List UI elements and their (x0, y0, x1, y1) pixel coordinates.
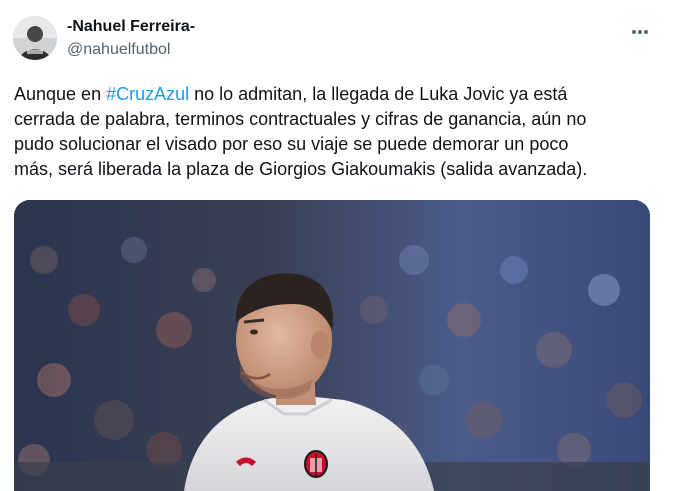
author-display-name[interactable]: -Nahuel Ferreira- (67, 17, 195, 37)
author-handle[interactable]: @nahuelfutbol (67, 40, 170, 60)
tweet-text-line: cerrada de palabra, terminos contractual… (14, 109, 587, 129)
tweet: -Nahuel Ferreira- @nahuelfutbol Aunque e… (0, 0, 694, 491)
author-avatar[interactable] (13, 16, 57, 60)
tweet-text-line: más, será liberada la plaza de Giorgios … (14, 159, 588, 179)
hashtag-link[interactable]: #CruzAzul (106, 84, 189, 104)
player-photo (14, 200, 650, 491)
tweet-text-line: Aunque en #CruzAzul no lo admitan, la ll… (14, 82, 654, 107)
more-options-icon (632, 30, 648, 34)
more-options-button[interactable] (626, 22, 654, 42)
tweet-text: Aunque en #CruzAzul no lo admitan, la ll… (14, 82, 654, 182)
tweet-media-photo[interactable] (14, 200, 650, 491)
tweet-text-segment: no lo admitan, la llegada de Luka Jovic … (189, 84, 568, 104)
user-avatar-icon (13, 16, 57, 60)
tweet-text-segment: Aunque en (14, 84, 107, 104)
tweet-text-line: pudo solucionar el visado por eso su via… (14, 134, 569, 154)
